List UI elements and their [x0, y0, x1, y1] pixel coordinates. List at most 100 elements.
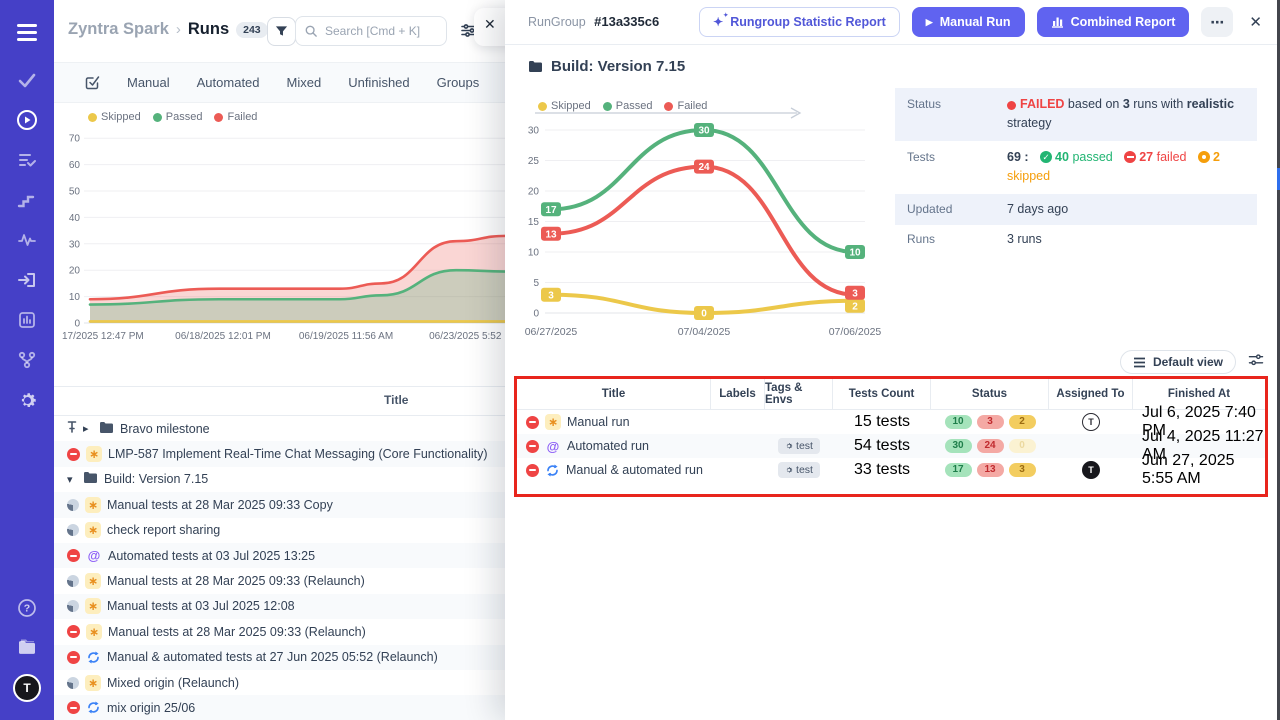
tag-pill[interactable]: test: [778, 438, 820, 454]
tests-count: 15 tests: [854, 413, 910, 431]
sidebar-bottom: ? T: [13, 596, 41, 720]
column-header-assigned-to[interactable]: Assigned To: [1049, 379, 1133, 409]
svg-text:20: 20: [69, 266, 81, 277]
default-view-button[interactable]: Default view: [1120, 350, 1236, 374]
automated-run-icon: @: [545, 438, 561, 454]
chevron-down-icon[interactable]: ▾: [67, 473, 77, 486]
filter-button[interactable]: [267, 17, 296, 46]
run-title: Manual tests at 28 Mar 2025 09:33 (Relau…: [107, 574, 365, 588]
failed-count-pill: 13: [977, 463, 1004, 477]
tab-automated[interactable]: Automated: [197, 75, 260, 90]
statistic-report-button[interactable]: ✦ Rungroup Statistic Report: [699, 7, 900, 37]
svg-text:0: 0: [701, 309, 707, 320]
skipped-count-pill: 0: [1009, 439, 1036, 453]
rungroup-title: Build: Version 7.15: [528, 58, 685, 75]
test-plans-icon[interactable]: [15, 148, 39, 172]
run-title: Manual & automated run: [566, 463, 703, 477]
partial-status-icon: [67, 575, 79, 587]
user-avatar[interactable]: T: [13, 674, 41, 702]
mixed-run-icon: [545, 463, 560, 478]
pulse-activity-icon[interactable]: [15, 228, 39, 252]
tab-manual[interactable]: Manual: [127, 75, 170, 90]
more-actions-button[interactable]: ⋯: [1201, 7, 1233, 37]
rungroup-info: Status FAILED based on 3 runs with reali…: [895, 88, 1257, 254]
popup-close-icon[interactable]: ✕: [484, 16, 496, 33]
column-header-status[interactable]: Status: [931, 379, 1049, 409]
drawer-header: RunGroup #13a335c6 ✦ Rungroup Statistic …: [505, 0, 1280, 45]
failed-status-icon: [67, 701, 80, 714]
projects-folder-icon[interactable]: [15, 635, 39, 659]
search-icon: [305, 25, 317, 37]
svg-text:0: 0: [74, 319, 80, 330]
tab-groups[interactable]: Groups: [437, 75, 480, 90]
partial-status-icon: [67, 499, 79, 511]
chart-legend: Skipped Passed Failed: [88, 111, 257, 123]
menu-icon[interactable]: [15, 20, 39, 44]
svg-text:15: 15: [528, 217, 540, 228]
folder-icon: [83, 471, 98, 487]
partial-status-icon: [67, 524, 79, 536]
svg-text:24: 24: [698, 162, 710, 173]
svg-text:17: 17: [545, 205, 557, 216]
column-header-labels[interactable]: Labels: [711, 379, 765, 409]
svg-text:40: 40: [69, 213, 81, 224]
skipped-circle-icon: [1198, 151, 1210, 163]
all-runs-icon[interactable]: [84, 75, 100, 91]
svg-text:10: 10: [528, 248, 540, 259]
tab-mixed[interactable]: Mixed: [287, 75, 322, 90]
search-input[interactable]: [323, 23, 437, 39]
analytics-icon[interactable]: [15, 308, 39, 332]
assignee-avatar[interactable]: T: [1082, 413, 1100, 431]
entity-id: #13a335c6: [594, 14, 659, 29]
tag-pill[interactable]: test: [778, 462, 820, 478]
combined-report-button[interactable]: Combined Report: [1037, 7, 1190, 37]
breadcrumb-separator: ›: [176, 21, 181, 38]
tests-check-icon[interactable]: [15, 68, 39, 92]
status-cell: 30240: [931, 434, 1049, 458]
table-row[interactable]: Manual & automated runtest33 tests17133T…: [517, 458, 1265, 482]
sidebar: ? T: [0, 0, 54, 720]
runs-play-icon[interactable]: [15, 108, 39, 132]
help-icon[interactable]: ?: [15, 596, 39, 620]
tags-cell: test: [765, 434, 833, 458]
svg-text:2: 2: [852, 301, 858, 312]
branches-icon[interactable]: [15, 348, 39, 372]
failed-count-pill: 3: [977, 415, 1004, 429]
table-view-controls: Default view: [1120, 350, 1264, 374]
table-settings-icon[interactable]: [1248, 353, 1264, 372]
passed-count-pill: 10: [945, 415, 972, 429]
milestones-stairs-icon[interactable]: [15, 188, 39, 212]
run-title: Manual tests at 28 Mar 2025 09:33 (Relau…: [108, 625, 366, 639]
run-title: LMP-587 Implement Real-Time Chat Messagi…: [108, 447, 488, 461]
run-title: Bravo milestone: [120, 422, 210, 436]
search-box: [295, 16, 447, 46]
tag-label: test: [796, 464, 813, 476]
run-title: Manual run: [567, 415, 630, 429]
column-header-tests-count[interactable]: Tests Count: [833, 379, 931, 409]
bar-chart-icon: [1051, 16, 1064, 28]
svg-text:30: 30: [69, 239, 81, 250]
settings-gear-icon[interactable]: [15, 388, 39, 412]
svg-text:30: 30: [528, 126, 540, 137]
svg-text:13: 13: [545, 229, 557, 240]
status-cell: 17133: [931, 458, 1049, 482]
tests-value: 69 : 40 passed 27 failed 2 skipped: [1007, 148, 1245, 187]
assignee-avatar[interactable]: T: [1082, 461, 1100, 479]
failed-count-pill: 24: [977, 439, 1004, 453]
runs-value: 3 runs: [1007, 230, 1245, 249]
run-title: Build: Version 7.15: [104, 472, 208, 486]
runs-table-body: ∗Manual run15 tests1032TJul 6, 2025 7:40…: [517, 410, 1265, 482]
manual-run-icon: ∗: [86, 624, 102, 640]
column-header-title[interactable]: Title: [517, 379, 711, 409]
tag-label: test: [796, 440, 813, 452]
import-icon[interactable]: [15, 268, 39, 292]
svg-text:3: 3: [548, 290, 554, 301]
drawer-close-icon[interactable]: ✕: [1245, 13, 1266, 31]
info-row-updated: Updated 7 days ago: [895, 194, 1257, 225]
tab-unfinished[interactable]: Unfinished: [348, 75, 409, 90]
breadcrumb-project[interactable]: Zyntra Spark: [68, 20, 169, 39]
skipped-dot-icon: [88, 113, 97, 122]
chevron-right-icon[interactable]: ▸: [83, 422, 93, 435]
manual-run-button[interactable]: ▶ Manual Run: [912, 7, 1025, 37]
column-header-tags-envs[interactable]: Tags & Envs: [765, 379, 833, 409]
